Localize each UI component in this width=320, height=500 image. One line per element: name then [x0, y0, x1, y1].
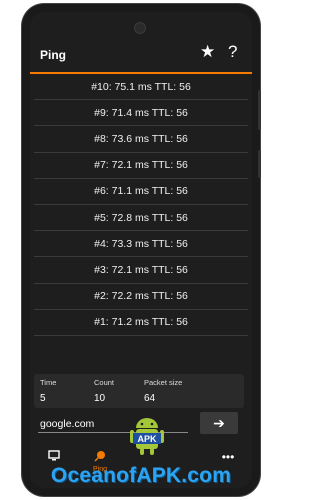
page-title: Ping [40, 48, 66, 62]
power-button [258, 150, 261, 178]
result-row: #1: 71.2 ms TTL: 56 [34, 310, 248, 336]
nav-item-more[interactable]: ••• [208, 450, 248, 464]
help-icon[interactable]: ? [228, 42, 237, 62]
nav-item-network[interactable] [34, 450, 74, 464]
time-field[interactable]: 5 [40, 393, 46, 404]
count-label: Count [94, 378, 115, 387]
result-row: #9: 71.4 ms TTL: 56 [34, 100, 248, 127]
volume-button [258, 90, 261, 130]
result-row: #2: 72.2 ms TTL: 56 [34, 284, 248, 310]
time-label: Time [40, 378, 57, 387]
parameter-fields: Time 5 Count 10 Packet size 64 [34, 374, 244, 408]
android-logo: APK [130, 418, 164, 455]
count-field[interactable]: 10 [94, 393, 105, 404]
ping-results-list: #10: 75.1 ms TTL: 56 #9: 71.4 ms TTL: 56… [34, 74, 248, 336]
ping-icon [80, 450, 120, 464]
app-bar: Ping ★ ? [30, 36, 252, 74]
watermark-text: OceanofAPK.com [50, 464, 232, 487]
monitor-icon [34, 450, 74, 464]
result-row: #8: 73.6 ms TTL: 56 [34, 126, 248, 153]
result-row: #3: 72.1 ms TTL: 56 [34, 257, 248, 284]
arrow-right-icon: ➔ [213, 415, 225, 431]
start-ping-button[interactable]: ➔ [200, 412, 238, 434]
result-row: #10: 75.1 ms TTL: 56 [34, 74, 248, 101]
host-input[interactable]: google.com [40, 418, 94, 430]
packet-size-label: Packet size [144, 378, 183, 387]
host-input-underline [38, 432, 188, 433]
result-row: #4: 73.3 ms TTL: 56 [34, 231, 248, 258]
svg-text:APK: APK [137, 434, 157, 444]
result-row: #7: 72.1 ms TTL: 56 [34, 153, 248, 179]
result-row: #6: 71.1 ms TTL: 56 [34, 179, 248, 205]
front-camera [134, 22, 146, 34]
more-icon: ••• [221, 450, 235, 464]
packet-size-field[interactable]: 64 [144, 393, 155, 404]
star-icon[interactable]: ★ [200, 42, 215, 62]
result-row: #5: 72.8 ms TTL: 56 [34, 205, 248, 232]
